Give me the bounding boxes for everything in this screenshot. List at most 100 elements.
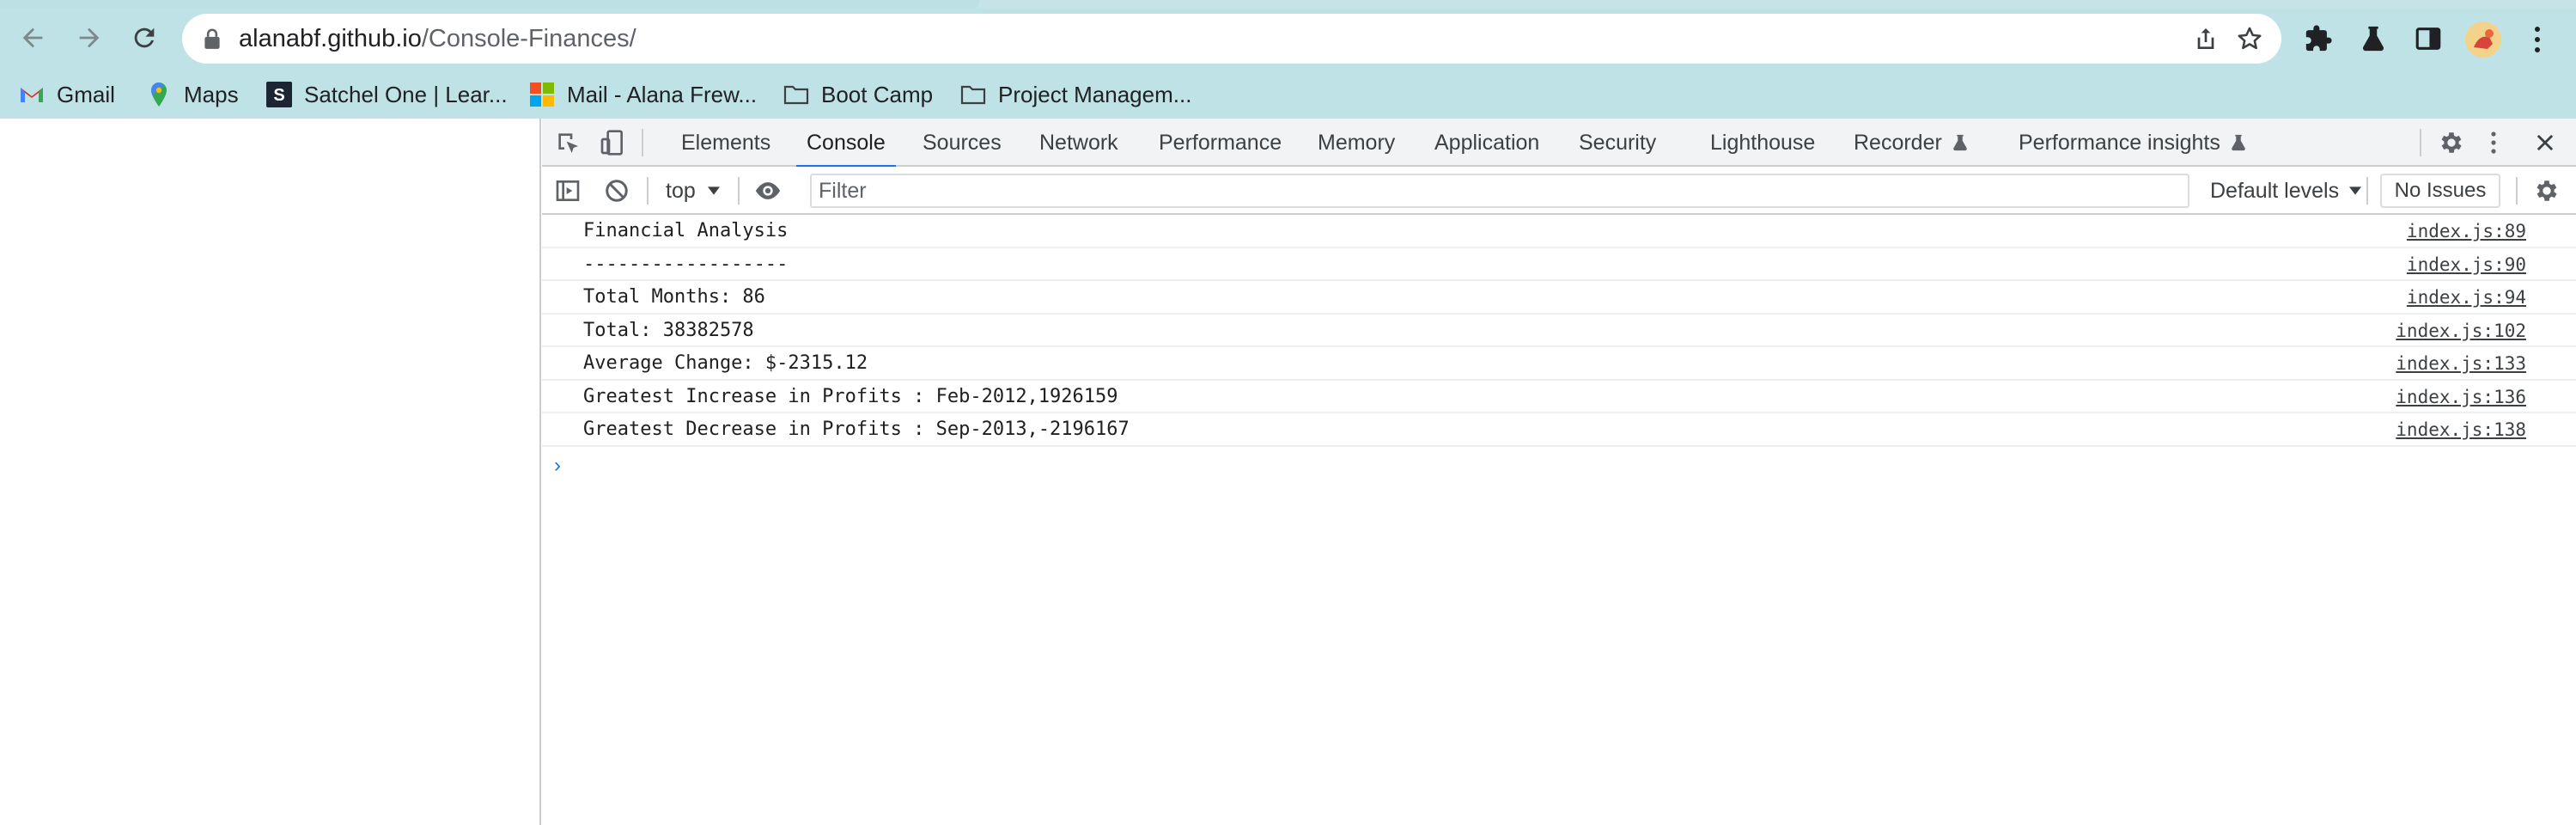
reload-button[interactable] <box>122 15 167 60</box>
console-settings-button[interactable] <box>2533 167 2561 215</box>
bookmark-project-management[interactable]: Project Managem... <box>960 79 1191 110</box>
console-message-text: Financial Analysis <box>583 220 789 241</box>
tab-lighthouse[interactable]: Lighthouse <box>1710 119 1815 167</box>
tab-memory[interactable]: Memory <box>1318 119 1395 167</box>
log-levels-dropdown[interactable]: Default levels <box>2210 167 2362 215</box>
more-vert-icon <box>2491 131 2496 154</box>
source-link[interactable]: index.js:94 <box>2407 287 2526 308</box>
tab-label: Security <box>1579 130 1657 155</box>
sidebar-toggle-button[interactable] <box>554 167 582 215</box>
tab-elements[interactable]: Elements <box>681 119 770 167</box>
tab-label: Network <box>1039 130 1118 155</box>
browser-toolbar: alanabf.github.io/Console-Finances/ <box>0 0 2576 72</box>
caret-down-icon <box>707 186 720 195</box>
toolbar-divider <box>647 177 649 205</box>
back-button[interactable] <box>10 15 55 60</box>
context-label: top <box>666 178 696 203</box>
devtools-settings-button[interactable] <box>2438 119 2465 167</box>
issues-button[interactable]: No Issues <box>2380 174 2500 208</box>
tab-label: Performance insights <box>2019 130 2220 155</box>
tab-label: Elements <box>681 130 771 155</box>
avatar-image-icon <box>2465 21 2501 58</box>
bookmark-star-icon[interactable] <box>2235 24 2264 53</box>
filter-input-box[interactable] <box>810 174 2189 208</box>
tab-application[interactable]: Application <box>1434 119 1539 167</box>
toolbar-divider <box>642 129 643 156</box>
source-link[interactable]: index.js:102 <box>2396 321 2526 341</box>
source-link[interactable]: index.js:90 <box>2407 254 2526 275</box>
console-message: Greatest Decrease in Profits : Sep-2013,… <box>542 413 2576 447</box>
bookmark-label: Boot Camp <box>821 81 934 107</box>
side-panel-button[interactable] <box>2412 22 2445 55</box>
tab-label: Memory <box>1318 130 1396 155</box>
toolbar-divider <box>2366 177 2368 205</box>
tab-performance[interactable]: Performance <box>1159 119 1282 167</box>
console-message-text: Greatest Decrease in Profits : Sep-2013,… <box>583 419 1130 440</box>
console-message: ------------------ index.js:90 <box>542 248 2576 281</box>
tab-performance-insights[interactable]: Performance insights <box>2019 119 2248 167</box>
eye-icon <box>755 182 781 199</box>
profile-avatar[interactable] <box>2465 21 2501 58</box>
devtools-more-button[interactable] <box>2488 119 2499 167</box>
context-selector[interactable]: top <box>666 167 720 215</box>
tab-sources[interactable]: Sources <box>923 119 1002 167</box>
issues-label: No Issues <box>2394 179 2487 202</box>
source-link[interactable]: index.js:136 <box>2396 387 2526 407</box>
log-levels-label: Default levels <box>2210 178 2340 203</box>
extensions-button[interactable] <box>2302 22 2335 55</box>
tab-label: Lighthouse <box>1710 130 1816 155</box>
bookmark-mail[interactable]: Mail - Alana Frew... <box>529 79 757 110</box>
caret-down-icon <box>2349 186 2362 195</box>
inspect-icon <box>558 133 578 153</box>
device-toolbar-button[interactable] <box>599 119 626 167</box>
sidebar-toggle-icon <box>556 180 580 201</box>
tab-console[interactable]: Console <box>796 119 896 168</box>
svg-text:S: S <box>273 86 284 105</box>
console-message-text: Total: 38382578 <box>583 319 754 341</box>
share-icon[interactable] <box>2192 25 2220 52</box>
console-message-text: Greatest Increase in Profits : Feb-2012,… <box>583 385 1118 407</box>
console-prompt[interactable]: › <box>542 447 2576 481</box>
side-panel-icon <box>2415 28 2441 50</box>
bookmark-boot-camp[interactable]: Boot Camp <box>783 79 933 110</box>
experiment-flask-icon <box>2232 134 2245 151</box>
console-message: Total Months: 86 index.js:94 <box>542 281 2576 315</box>
tab-network[interactable]: Network <box>1039 119 1118 167</box>
devtools-tab-bar: Elements Console Sources Network Perform… <box>542 119 2576 168</box>
browser-menu-icon[interactable] <box>2525 24 2549 55</box>
url-path: /Console-Finances/ <box>421 25 636 52</box>
arrow-right-icon <box>79 28 100 48</box>
tab-label: Console <box>807 130 886 155</box>
console-message-text: Total Months: 86 <box>583 286 765 308</box>
satchel-one-icon: S <box>266 82 292 107</box>
forward-button[interactable] <box>67 15 112 60</box>
tab-security[interactable]: Security <box>1579 119 1656 167</box>
source-link[interactable]: index.js:133 <box>2396 353 2526 374</box>
bookmark-maps[interactable]: Maps <box>146 79 239 110</box>
inspect-element-button[interactable] <box>554 119 582 167</box>
bookmark-gmail[interactable]: Gmail <box>19 79 115 110</box>
url-text: alanabf.github.io/Console-Finances/ <box>239 25 636 53</box>
source-link[interactable]: index.js:89 <box>2407 221 2526 241</box>
tab-label: Performance <box>1159 130 1282 155</box>
tab-recorder[interactable]: Recorder <box>1854 119 1970 167</box>
live-expression-button[interactable] <box>753 167 783 215</box>
bookmark-satchel-one[interactable]: S Satchel One | Lear... <box>266 79 508 110</box>
bookmarks-bar: Gmail Maps S Satchel One | Lear... Mail … <box>0 72 2576 119</box>
console-message: Average Change: $-2315.12 index.js:133 <box>542 347 2576 381</box>
clear-console-button[interactable] <box>604 167 630 215</box>
toolbar-row: alanabf.github.io/Console-Finances/ <box>0 5 2576 65</box>
gear-icon <box>2441 132 2462 153</box>
source-link[interactable]: index.js:138 <box>2396 419 2526 440</box>
bookmark-label: Satchel One | Lear... <box>304 81 508 107</box>
toolbar-divider <box>2420 129 2421 156</box>
console-message-text: Average Change: $-2315.12 <box>583 352 868 374</box>
devtools-close-button[interactable] <box>2533 119 2557 167</box>
address-bar[interactable]: alanabf.github.io/Console-Finances/ <box>182 14 2281 64</box>
prompt-chevron-icon: › <box>554 453 561 477</box>
labs-button[interactable] <box>2357 22 2390 55</box>
filter-input[interactable] <box>812 175 2188 206</box>
bookmark-label: Project Managem... <box>998 81 1192 107</box>
tab-label: Recorder <box>1854 130 1942 155</box>
toolbar-divider <box>738 177 740 205</box>
